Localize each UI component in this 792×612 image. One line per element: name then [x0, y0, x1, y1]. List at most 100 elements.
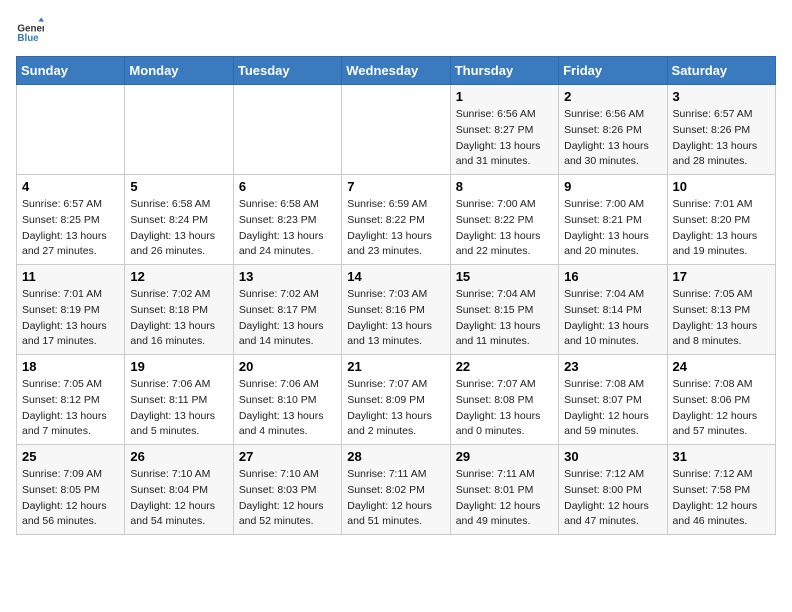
weekday-header-cell: Saturday: [667, 57, 775, 85]
day-info: Sunrise: 7:12 AM Sunset: 7:58 PM Dayligh…: [673, 467, 770, 530]
weekday-header-cell: Thursday: [450, 57, 558, 85]
calendar-week-row: 1Sunrise: 6:56 AM Sunset: 8:27 PM Daylig…: [17, 85, 776, 175]
calendar-cell: 26 Sunrise: 7:10 AM Sunset: 8:04 PM Dayli…: [125, 445, 233, 535]
weekday-header-cell: Wednesday: [342, 57, 450, 85]
logo: General Blue: [16, 16, 48, 44]
logo-icon: General Blue: [16, 16, 44, 44]
day-info: Sunrise: 7:10 AM Sunset: 8:04 PM Dayligh…: [130, 467, 227, 530]
day-info: Sunrise: 7:01 AM Sunset: 8:20 PM Dayligh…: [673, 197, 770, 260]
calendar-cell: 19 Sunrise: 7:06 AM Sunset: 8:11 PM Dayli…: [125, 355, 233, 445]
day-number: 20: [239, 359, 336, 374]
calendar-cell: 30Sunrise: 7:12 AM Sunset: 8:00 PM Dayli…: [559, 445, 667, 535]
calendar-cell: 14 Sunrise: 7:03 AM Sunset: 8:16 PM Dayli…: [342, 265, 450, 355]
calendar-cell: 31 Sunrise: 7:12 AM Sunset: 7:58 PM Dayli…: [667, 445, 775, 535]
page-header: General Blue: [16, 16, 776, 44]
day-info: Sunrise: 6:58 AM Sunset: 8:24 PM Dayligh…: [130, 197, 227, 260]
day-number: 22: [456, 359, 553, 374]
calendar-cell: 2 Sunrise: 6:56 AM Sunset: 8:26 PM Daylig…: [559, 85, 667, 175]
day-number: 24: [673, 359, 770, 374]
calendar-week-row: 25 Sunrise: 7:09 AM Sunset: 8:05 PM Dayli…: [17, 445, 776, 535]
day-number: 7: [347, 179, 444, 194]
day-number: 31: [673, 449, 770, 464]
day-info: Sunrise: 7:01 AM Sunset: 8:19 PM Dayligh…: [22, 287, 119, 350]
day-info: Sunrise: 7:05 AM Sunset: 8:12 PM Dayligh…: [22, 377, 119, 440]
calendar-cell: 11 Sunrise: 7:01 AM Sunset: 8:19 PM Dayli…: [17, 265, 125, 355]
calendar-cell: 7 Sunrise: 6:59 AM Sunset: 8:22 PM Daylig…: [342, 175, 450, 265]
day-info: Sunrise: 7:11 AM Sunset: 8:01 PM Dayligh…: [456, 467, 553, 530]
weekday-header-cell: Friday: [559, 57, 667, 85]
day-info: Sunrise: 6:57 AM Sunset: 8:26 PM Dayligh…: [673, 107, 770, 170]
day-info: Sunrise: 7:10 AM Sunset: 8:03 PM Dayligh…: [239, 467, 336, 530]
day-number: 15: [456, 269, 553, 284]
day-number: 5: [130, 179, 227, 194]
calendar-cell: 28 Sunrise: 7:11 AM Sunset: 8:02 PM Dayli…: [342, 445, 450, 535]
calendar-week-row: 18 Sunrise: 7:05 AM Sunset: 8:12 PM Dayli…: [17, 355, 776, 445]
day-info: Sunrise: 6:57 AM Sunset: 8:25 PM Dayligh…: [22, 197, 119, 260]
calendar-week-row: 11 Sunrise: 7:01 AM Sunset: 8:19 PM Dayli…: [17, 265, 776, 355]
day-number: 10: [673, 179, 770, 194]
day-number: 25: [22, 449, 119, 464]
day-number: 28: [347, 449, 444, 464]
day-info: Sunrise: 6:59 AM Sunset: 8:22 PM Dayligh…: [347, 197, 444, 260]
calendar-cell: 17Sunrise: 7:05 AM Sunset: 8:13 PM Dayli…: [667, 265, 775, 355]
calendar-body: 1Sunrise: 6:56 AM Sunset: 8:27 PM Daylig…: [17, 85, 776, 535]
calendar-week-row: 4 Sunrise: 6:57 AM Sunset: 8:25 PM Daylig…: [17, 175, 776, 265]
calendar-cell: 1Sunrise: 6:56 AM Sunset: 8:27 PM Daylig…: [450, 85, 558, 175]
day-info: Sunrise: 7:04 AM Sunset: 8:14 PM Dayligh…: [564, 287, 661, 350]
calendar-table: SundayMondayTuesdayWednesdayThursdayFrid…: [16, 56, 776, 535]
calendar-cell: 16Sunrise: 7:04 AM Sunset: 8:14 PM Dayli…: [559, 265, 667, 355]
day-info: Sunrise: 6:56 AM Sunset: 8:27 PM Dayligh…: [456, 107, 553, 170]
day-info: Sunrise: 7:09 AM Sunset: 8:05 PM Dayligh…: [22, 467, 119, 530]
day-info: Sunrise: 6:56 AM Sunset: 8:26 PM Dayligh…: [564, 107, 661, 170]
day-info: Sunrise: 7:08 AM Sunset: 8:07 PM Dayligh…: [564, 377, 661, 440]
day-info: Sunrise: 7:06 AM Sunset: 8:11 PM Dayligh…: [130, 377, 227, 440]
day-number: 29: [456, 449, 553, 464]
weekday-header-cell: Sunday: [17, 57, 125, 85]
day-number: 2: [564, 89, 661, 104]
calendar-cell: 29 Sunrise: 7:11 AM Sunset: 8:01 PM Dayli…: [450, 445, 558, 535]
weekday-header-row: SundayMondayTuesdayWednesdayThursdayFrid…: [17, 57, 776, 85]
day-number: 27: [239, 449, 336, 464]
day-info: Sunrise: 7:02 AM Sunset: 8:18 PM Dayligh…: [130, 287, 227, 350]
calendar-cell: [342, 85, 450, 175]
calendar-cell: 9Sunrise: 7:00 AM Sunset: 8:21 PM Daylig…: [559, 175, 667, 265]
day-number: 23: [564, 359, 661, 374]
calendar-cell: 22 Sunrise: 7:07 AM Sunset: 8:08 PM Dayli…: [450, 355, 558, 445]
calendar-cell: 20 Sunrise: 7:06 AM Sunset: 8:10 PM Dayli…: [233, 355, 341, 445]
day-info: Sunrise: 7:05 AM Sunset: 8:13 PM Dayligh…: [673, 287, 770, 350]
day-info: Sunrise: 7:07 AM Sunset: 8:09 PM Dayligh…: [347, 377, 444, 440]
calendar-cell: 4 Sunrise: 6:57 AM Sunset: 8:25 PM Daylig…: [17, 175, 125, 265]
calendar-cell: 27 Sunrise: 7:10 AM Sunset: 8:03 PM Dayli…: [233, 445, 341, 535]
day-info: Sunrise: 7:06 AM Sunset: 8:10 PM Dayligh…: [239, 377, 336, 440]
day-info: Sunrise: 7:00 AM Sunset: 8:22 PM Dayligh…: [456, 197, 553, 260]
day-info: Sunrise: 7:00 AM Sunset: 8:21 PM Dayligh…: [564, 197, 661, 260]
calendar-cell: 5 Sunrise: 6:58 AM Sunset: 8:24 PM Daylig…: [125, 175, 233, 265]
day-number: 26: [130, 449, 227, 464]
day-number: 13: [239, 269, 336, 284]
calendar-cell: 13Sunrise: 7:02 AM Sunset: 8:17 PM Dayli…: [233, 265, 341, 355]
day-number: 4: [22, 179, 119, 194]
day-number: 6: [239, 179, 336, 194]
day-info: Sunrise: 7:08 AM Sunset: 8:06 PM Dayligh…: [673, 377, 770, 440]
day-number: 18: [22, 359, 119, 374]
day-info: Sunrise: 7:04 AM Sunset: 8:15 PM Dayligh…: [456, 287, 553, 350]
svg-text:Blue: Blue: [17, 33, 39, 44]
day-number: 19: [130, 359, 227, 374]
calendar-cell: 23 Sunrise: 7:08 AM Sunset: 8:07 PM Dayli…: [559, 355, 667, 445]
calendar-cell: 6Sunrise: 6:58 AM Sunset: 8:23 PM Daylig…: [233, 175, 341, 265]
day-info: Sunrise: 7:11 AM Sunset: 8:02 PM Dayligh…: [347, 467, 444, 530]
day-number: 14: [347, 269, 444, 284]
calendar-cell: [233, 85, 341, 175]
day-number: 21: [347, 359, 444, 374]
calendar-cell: 24 Sunrise: 7:08 AM Sunset: 8:06 PM Dayli…: [667, 355, 775, 445]
calendar-cell: 18 Sunrise: 7:05 AM Sunset: 8:12 PM Dayli…: [17, 355, 125, 445]
day-number: 11: [22, 269, 119, 284]
day-info: Sunrise: 7:07 AM Sunset: 8:08 PM Dayligh…: [456, 377, 553, 440]
calendar-cell: [17, 85, 125, 175]
day-number: 3: [673, 89, 770, 104]
weekday-header-cell: Monday: [125, 57, 233, 85]
day-info: Sunrise: 7:03 AM Sunset: 8:16 PM Dayligh…: [347, 287, 444, 350]
calendar-cell: 10 Sunrise: 7:01 AM Sunset: 8:20 PM Dayli…: [667, 175, 775, 265]
calendar-cell: 3 Sunrise: 6:57 AM Sunset: 8:26 PM Daylig…: [667, 85, 775, 175]
calendar-cell: 25 Sunrise: 7:09 AM Sunset: 8:05 PM Dayli…: [17, 445, 125, 535]
